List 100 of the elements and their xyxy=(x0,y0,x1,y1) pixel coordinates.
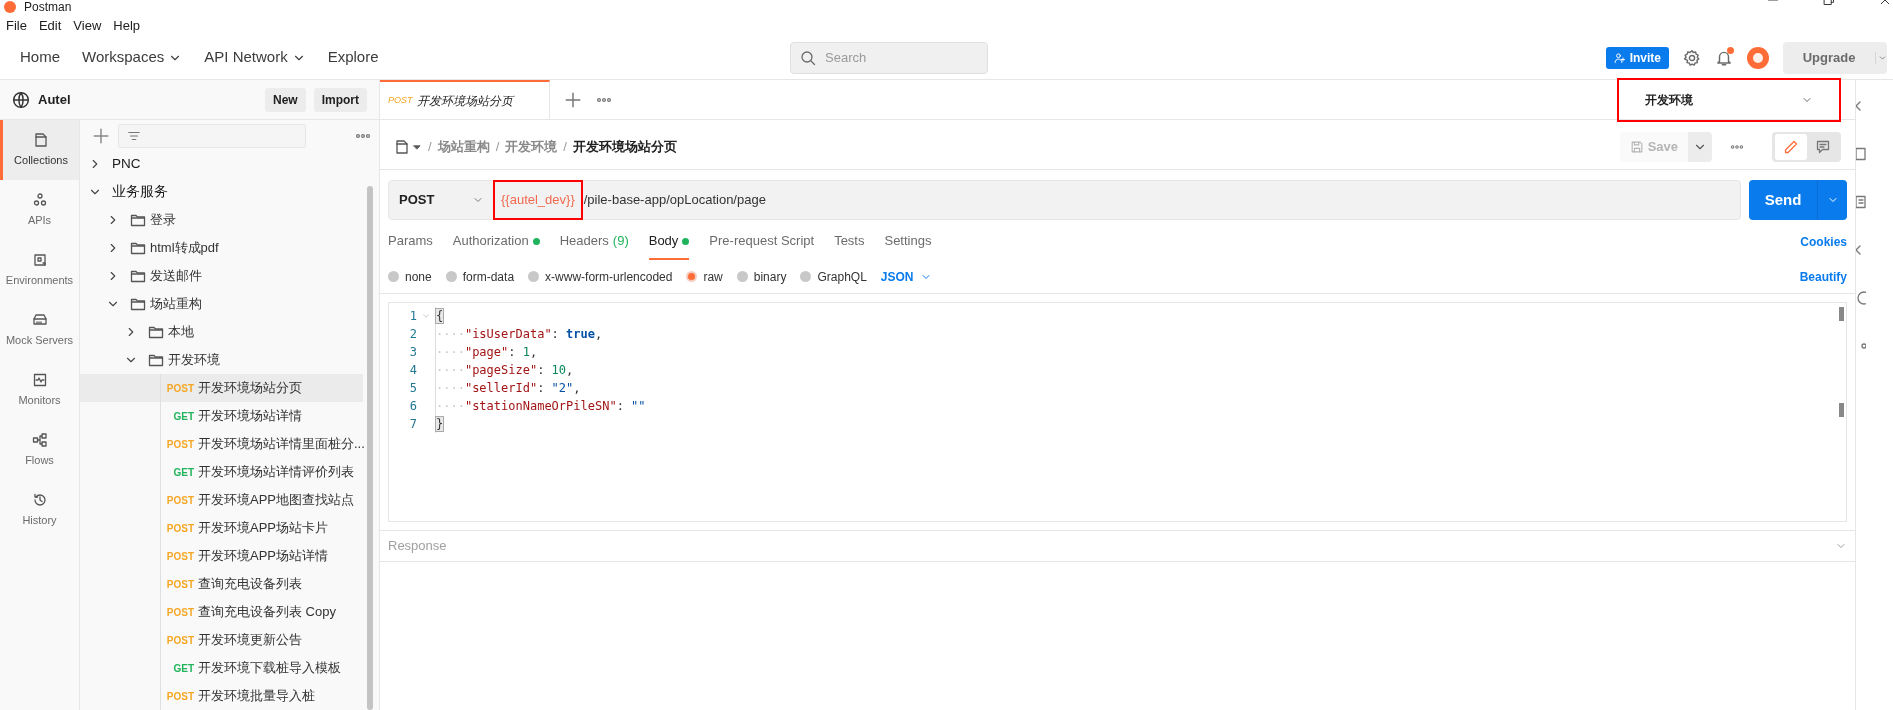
folder-name[interactable]: 开发环境 xyxy=(168,350,220,370)
environment-selector[interactable]: 开发环境 xyxy=(1619,79,1839,120)
scrollbar[interactable] xyxy=(367,186,373,710)
request-item[interactable]: POST 开发环境场站详情里面桩分... xyxy=(80,430,363,458)
folder-name[interactable]: 场站重构 xyxy=(150,294,202,314)
breadcrumb-separator: / xyxy=(563,137,567,156)
add-icon[interactable] xyxy=(564,90,582,109)
folder-name[interactable]: 发送邮件 xyxy=(150,266,202,286)
code-editor[interactable]: 1 { 2 ····"isUserData": true, 3 ····"page": 1, 4 ····"pageSize": 10, 5 ····"sellerId": "2", 6 ····"stationNameOrPileSN": "" 7 } xyxy=(388,302,1847,522)
request-option-tab[interactable]: Headers (9) xyxy=(559,224,629,260)
collection-icon xyxy=(394,138,410,155)
line-number: 2 xyxy=(408,326,418,343)
window-title: Postman xyxy=(24,0,72,14)
filter-icon xyxy=(127,129,141,143)
request-item[interactable]: POST 开发环境更新公告 xyxy=(80,626,363,654)
request-item[interactable]: GET 开发环境场站详情 xyxy=(80,402,363,430)
sidebar-nav-item[interactable]: Monitors xyxy=(0,360,79,420)
breadcrumb-separator: / xyxy=(428,137,432,156)
sidebar-nav-item[interactable]: Environments xyxy=(0,240,79,300)
line-number: 5 xyxy=(408,380,418,397)
radio-option[interactable]: none xyxy=(388,267,432,286)
flows-icon xyxy=(31,431,48,448)
code-line: ····"isUserData": true, xyxy=(435,325,603,343)
search-field[interactable]: Search xyxy=(790,41,988,74)
scrollbar[interactable] xyxy=(1839,403,1844,417)
beautify-link[interactable]: Beautify xyxy=(1799,267,1847,286)
add-icon[interactable] xyxy=(92,127,110,145)
avatar-icon[interactable] xyxy=(1747,46,1769,69)
workspace-name: Autel xyxy=(38,90,71,109)
new-button[interactable]: New xyxy=(264,87,306,112)
invite-button[interactable]: Invite xyxy=(1605,46,1669,69)
sidebar-nav-item[interactable]: Mock Servers xyxy=(0,300,79,360)
radio-option[interactable]: GraphQL xyxy=(800,267,867,286)
request-item[interactable]: POST 开发环境APP场站详情 xyxy=(80,542,363,570)
folder-icon xyxy=(148,324,164,340)
request-item[interactable]: POST 开发环境APP地图查找站点 xyxy=(80,486,363,514)
folder-name[interactable]: 本地 xyxy=(168,322,194,342)
import-button[interactable]: Import xyxy=(313,87,367,112)
history-icon xyxy=(31,491,48,508)
line-number: 6 xyxy=(408,398,418,415)
response-label: Response xyxy=(388,537,447,556)
request-item[interactable]: POST 开发环境APP场站卡片 xyxy=(80,514,363,542)
request-option-tab[interactable]: Params xyxy=(388,224,433,260)
request-option-tab[interactable]: Settings xyxy=(884,224,932,260)
menu-item[interactable]: View xyxy=(73,15,102,36)
code-line: } xyxy=(435,415,444,433)
search-icon xyxy=(800,49,816,66)
menu-item[interactable]: File xyxy=(6,15,27,36)
scrollbar[interactable] xyxy=(1839,307,1844,321)
collections-icon xyxy=(33,131,49,148)
globe-icon xyxy=(12,90,30,109)
nav-link[interactable]: Explore xyxy=(327,46,379,69)
sidebar-nav-item[interactable]: History xyxy=(0,480,79,540)
request-item[interactable]: POST 开发环境场站分页 xyxy=(80,374,363,402)
folder-icon xyxy=(130,212,146,228)
code-line: ····"sellerId": "2", xyxy=(435,379,581,397)
collection-name[interactable]: PNC xyxy=(112,153,141,175)
folder-icon xyxy=(130,268,146,284)
line-number: 3 xyxy=(408,344,418,361)
request-item[interactable]: POST 查询充电设备列表 Copy xyxy=(80,598,363,626)
radio-option[interactable]: binary xyxy=(736,267,787,286)
save-icon xyxy=(1629,139,1644,154)
request-option-tab[interactable]: Pre-request Script xyxy=(709,224,815,260)
request-option-tab[interactable]: Tests xyxy=(834,224,865,260)
request-item[interactable]: GET 开发环境下载桩导入模板 xyxy=(80,654,363,682)
nav-link[interactable]: Workspaces xyxy=(82,46,183,69)
sidebar-nav-item[interactable]: APIs xyxy=(0,180,79,240)
menu-item[interactable]: Help xyxy=(113,15,141,36)
line-number: 1 xyxy=(408,308,418,325)
code-line: ····"stationNameOrPileSN": "" xyxy=(435,397,646,415)
nav-link[interactable]: API Network xyxy=(204,46,306,69)
radio-option[interactable]: raw xyxy=(686,267,723,286)
format-dropdown[interactable]: JSON xyxy=(880,267,932,286)
request-item[interactable]: GET 开发环境场站详情评价列表 xyxy=(80,458,363,486)
folder-icon xyxy=(148,352,164,368)
filter-field[interactable] xyxy=(118,124,306,148)
apis-icon xyxy=(31,191,48,208)
folder-name[interactable]: html转成pdf xyxy=(150,238,219,258)
sidebar-nav-item[interactable]: Flows xyxy=(0,420,79,480)
request-option-tab[interactable]: Body xyxy=(648,224,690,260)
collection-name[interactable]: 业务服务 xyxy=(112,181,168,203)
request-item[interactable]: POST 开发环境批量导入桩 xyxy=(80,682,363,710)
cookies-link[interactable]: Cookies xyxy=(1800,233,1847,251)
menu-item[interactable]: Edit xyxy=(38,15,62,36)
request-option-tab[interactable]: Authorization xyxy=(452,224,540,260)
folder-name[interactable]: 登录 xyxy=(150,210,176,230)
line-number: 4 xyxy=(408,362,418,379)
pencil-icon[interactable] xyxy=(1775,133,1807,160)
radio-option[interactable]: x-www-form-urlencoded xyxy=(528,267,673,286)
nav-link[interactable]: Home xyxy=(20,46,60,69)
sidebar-nav-item[interactable]: Collections xyxy=(0,120,79,180)
request-item[interactable]: POST 查询充电设备列表 xyxy=(80,570,363,598)
line-number: 7 xyxy=(408,416,418,433)
code-line: ····"page": 1, xyxy=(435,343,538,361)
request-tab[interactable]: POST 开发环境场站分页 xyxy=(380,79,550,120)
code-line: { xyxy=(435,307,444,325)
mock-icon xyxy=(31,311,48,328)
radio-option[interactable]: form-data xyxy=(445,267,515,286)
person-add-icon xyxy=(1613,51,1626,64)
environments-icon xyxy=(31,251,48,268)
